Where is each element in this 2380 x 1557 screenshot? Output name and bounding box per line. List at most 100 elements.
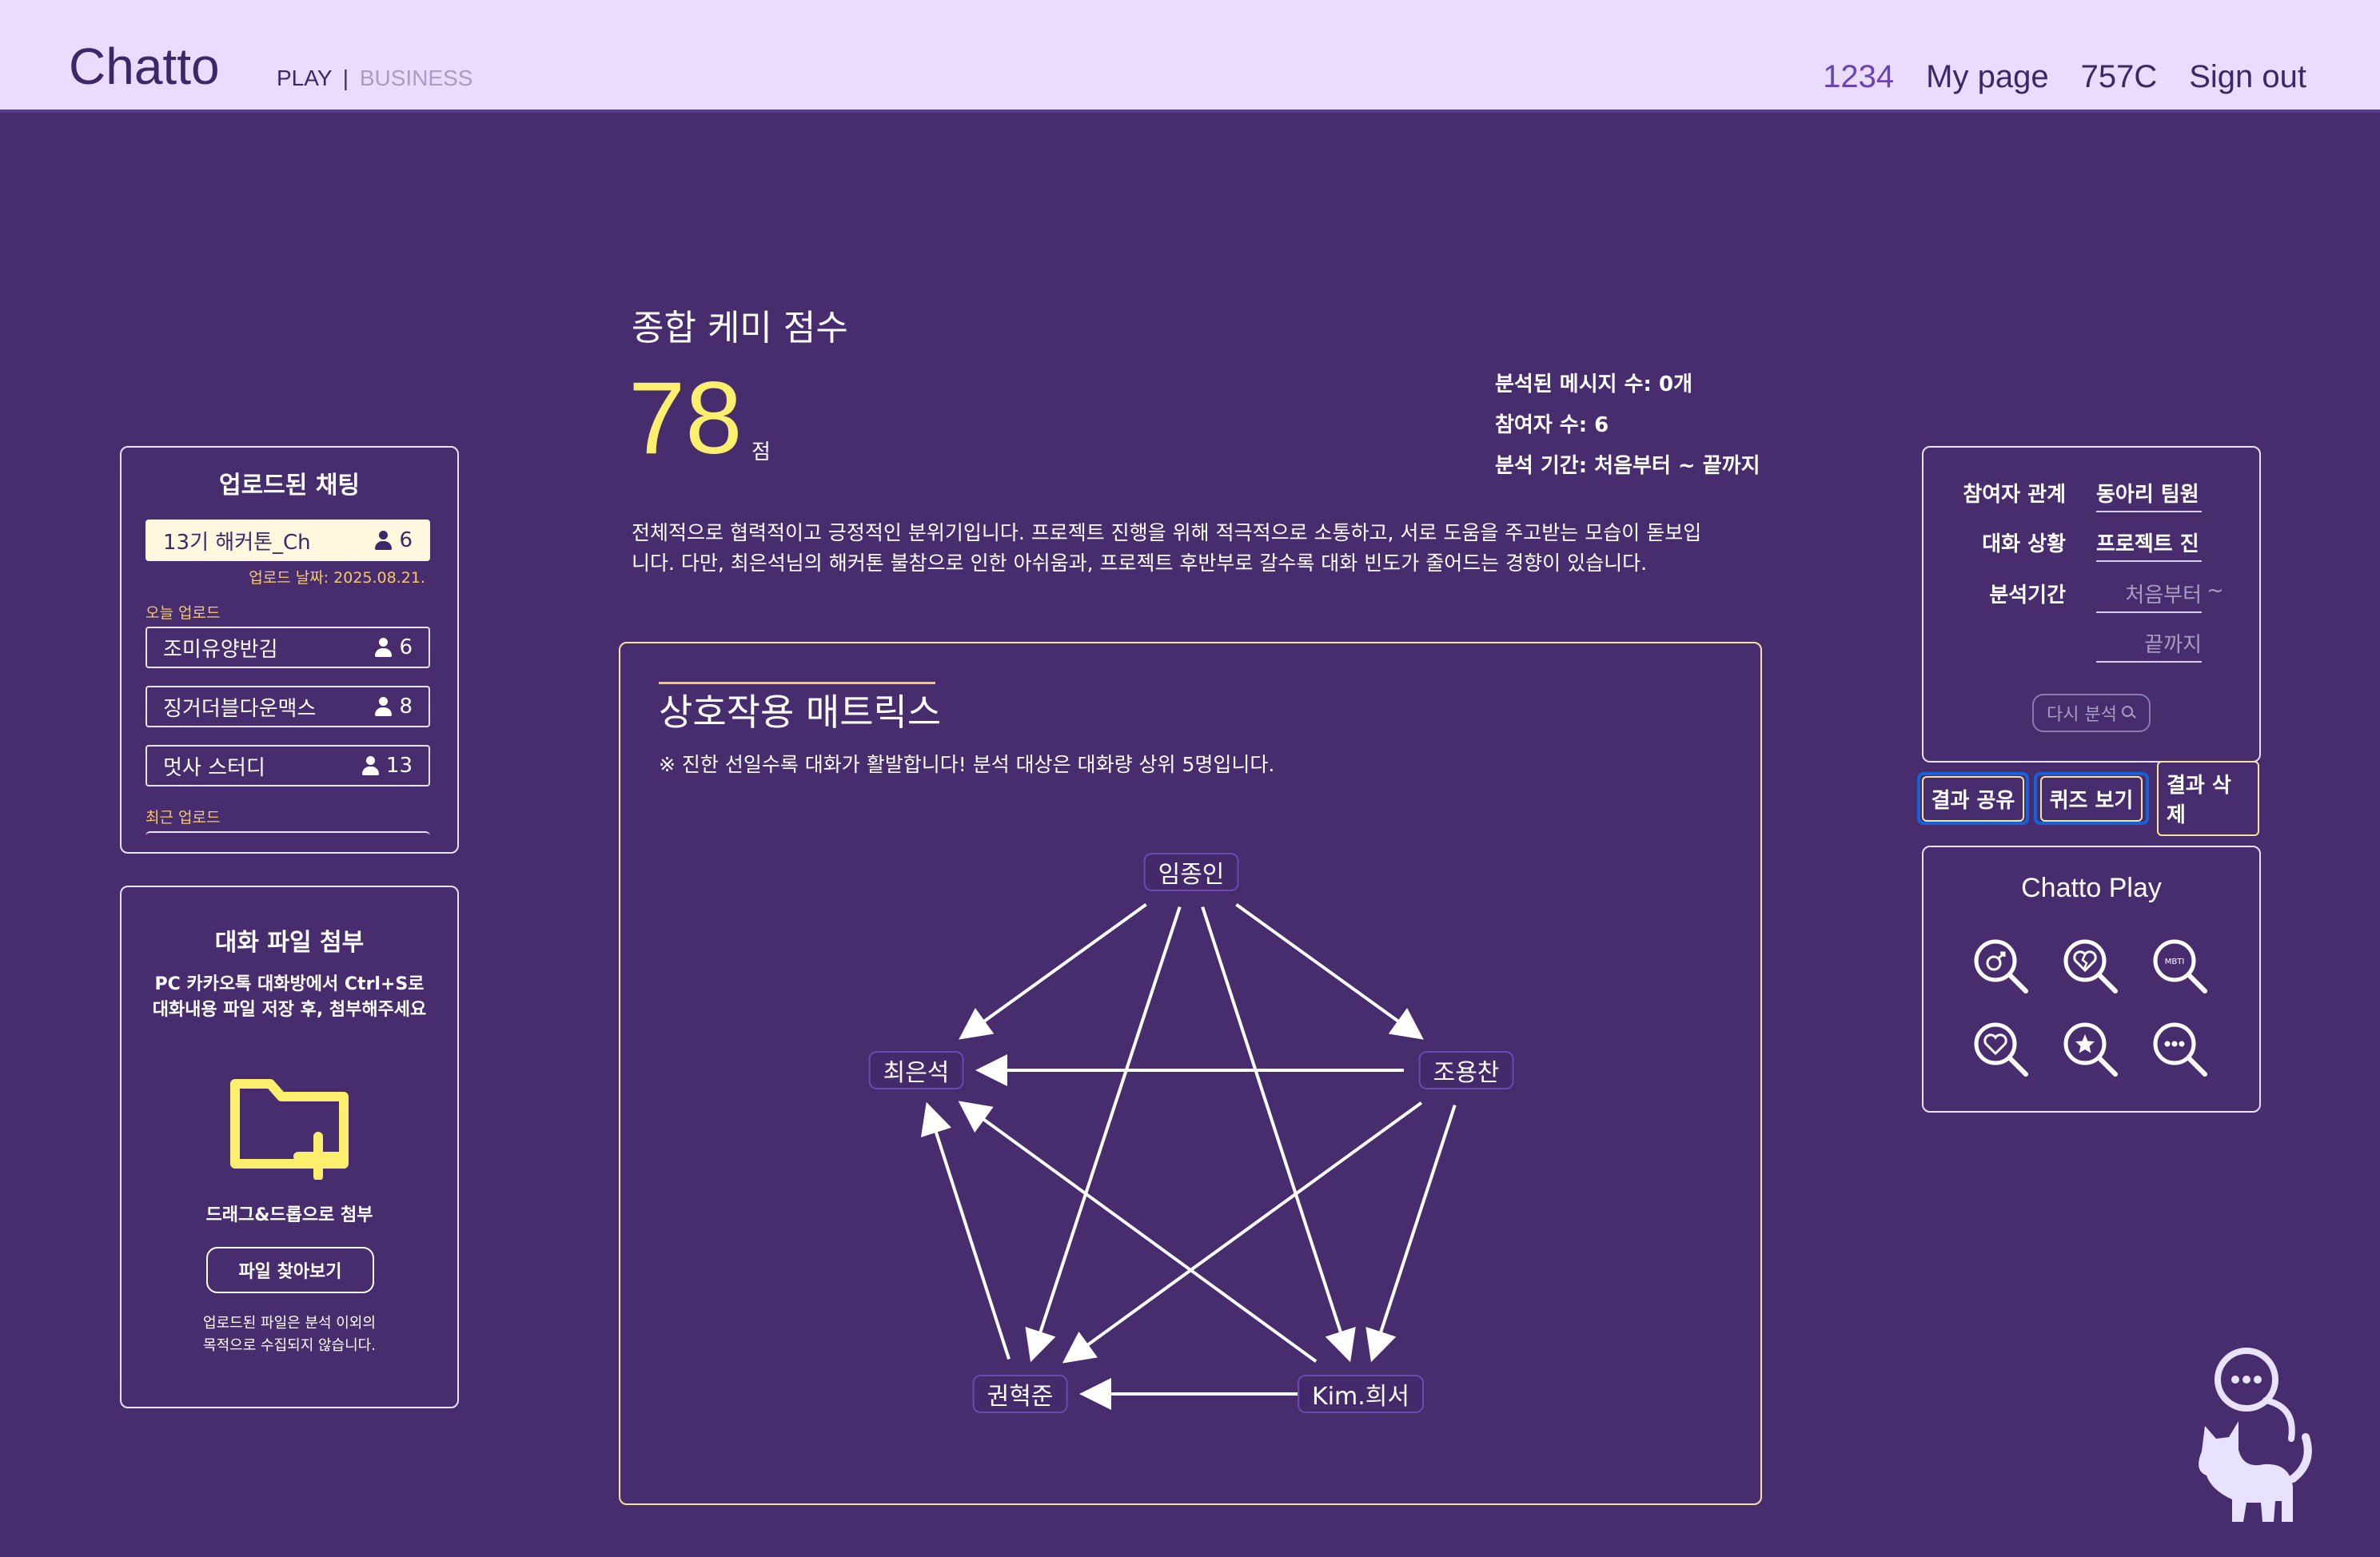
chat-count-value: 6 — [399, 528, 413, 552]
analysis-settings-panel: 참여자 관계 동아리 팀원 대화 상황 프로젝트 진 분석기간 처음부터 ~ 끝… — [1922, 446, 2261, 763]
search-star-icon[interactable] — [2059, 1018, 2120, 1079]
person-icon — [373, 697, 393, 716]
account-code: 757C — [2080, 59, 2158, 94]
search-heart-icon[interactable] — [1970, 1018, 2031, 1079]
interaction-matrix-panel: 상호작용 매트릭스 ※ 진한 선일수록 대화가 활발합니다! 분석 대상은 대화… — [619, 642, 1762, 1505]
stat-period: 분석 기간: 처음부터 ~ 끝까지 — [1495, 454, 1760, 478]
chat-name: 13기 해커톤_Ch — [163, 530, 311, 555]
situation-row: 대화 상황 프로젝트 진 — [1924, 521, 2262, 562]
matrix-node: Kim.희서 — [1298, 1375, 1424, 1413]
period-start-input[interactable]: 처음부터 — [2096, 579, 2202, 613]
chatbot-cat-icon[interactable] — [2186, 1343, 2322, 1535]
privacy-note-line: 업로드된 파일은 분석 이외의 — [203, 1315, 376, 1332]
matrix-node: 권혁준 — [972, 1375, 1068, 1413]
upload-date: 업로드 날짜: 2025.08.21. — [249, 569, 425, 587]
play-title: Chatto Play — [2021, 873, 2162, 903]
privacy-note: 업로드된 파일은 분석 이외의 목적으로 수집되지 않습니다. — [138, 1312, 441, 1357]
privacy-note-line: 목적으로 수집되지 않습니다. — [203, 1337, 376, 1354]
chat-count-value: 13 — [385, 754, 413, 778]
chatto-play-panel: Chatto Play MBTI — [1922, 846, 2261, 1113]
delete-result-button[interactable]: 결과 삭제 — [2154, 761, 2262, 836]
matrix-edge — [1235, 903, 1424, 1040]
period-end-input[interactable]: 끝까지 — [2096, 628, 2202, 663]
mode-business-link[interactable]: BUSINESS — [360, 66, 473, 90]
search-dots-icon[interactable] — [2149, 1018, 2210, 1079]
matrix-edge — [959, 903, 1147, 1040]
relation-label: 참여자 관계 — [1963, 483, 2066, 507]
situation-label: 대화 상황 — [1982, 532, 2066, 556]
logo[interactable]: Chatto — [69, 37, 220, 96]
matrix-edge — [1062, 1101, 1423, 1364]
matrix-node: 최은석 — [868, 1051, 964, 1089]
relation-input[interactable]: 동아리 팀원 — [2096, 478, 2202, 512]
top-bar: Chatto PLAY | BUSINESS 1234 My page 757C… — [0, 0, 2380, 113]
matrix-node: 임종인 — [1143, 853, 1239, 891]
matrix-edge — [920, 1101, 1011, 1360]
person-icon — [361, 756, 380, 775]
period-tilde: ~ — [2207, 579, 2224, 603]
attach-desc-line: 대화내용 파일 저장 후, 첨부해주세요 — [152, 1000, 427, 1020]
uploaded-chats-title: 업로드된 채팅 — [218, 472, 361, 500]
chat-list-cutoff[interactable] — [146, 831, 430, 836]
matrix-node: 조용찬 — [1418, 1051, 1514, 1089]
chat-item[interactable]: 조미유양반김 6 — [146, 627, 430, 668]
analysis-stats: 분석된 메시지 수: 0개 참여자 수: 6 분석 기간: 처음부터 ~ 끝까지 — [1495, 364, 1760, 487]
reanalyze-label: 다시 분석 — [2047, 705, 2117, 725]
user-code: 1234 — [1823, 59, 1895, 94]
score-unit: 점 — [751, 440, 771, 464]
matrix-edge — [1201, 906, 1356, 1363]
chat-item[interactable]: 멋사 스터디 13 — [146, 745, 430, 786]
chat-item-active[interactable]: 13기 해커톤_Ch 6 — [146, 520, 430, 561]
stat-messages: 분석된 메시지 수: 0개 — [1495, 372, 1693, 396]
score-summary: 전체적으로 협력적이고 긍정적인 분위기입니다. 프로젝트 진행을 위해 적극적… — [632, 518, 1767, 579]
chat-count-value: 8 — [399, 695, 413, 719]
chat-count: 6 — [373, 528, 413, 552]
delete-result-label: 결과 삭제 — [2157, 761, 2259, 836]
chat-count: 13 — [361, 754, 413, 778]
signout-link[interactable]: Sign out — [2189, 59, 2306, 95]
interaction-graph — [920, 903, 1457, 1410]
mode-switch: PLAY | BUSINESS — [277, 66, 472, 91]
folder-plus-icon[interactable] — [224, 1068, 352, 1180]
summary-line: 니다. 다만, 최은석님의 해커톤 불참으로 인한 아쉬움과, 프로젝트 후반부… — [632, 552, 1648, 575]
chat-name: 조미유양반김 — [163, 637, 278, 662]
stat-participants: 참여자 수: 6 — [1495, 413, 1609, 437]
quiz-button[interactable]: 퀴즈 보기 — [2034, 772, 2149, 825]
chat-item[interactable]: 징거더블다운맥스 8 — [146, 686, 430, 727]
today-upload-label: 오늘 업로드 — [146, 604, 221, 622]
situation-input[interactable]: 프로젝트 진 — [2096, 528, 2202, 562]
attach-description: PC 카카오톡 대화방에서 Ctrl+S로 대화내용 파일 저장 후, 첨부해주… — [138, 972, 441, 1023]
chat-name: 징거더블다운맥스 — [163, 696, 317, 721]
search-icon — [2121, 706, 2136, 720]
period-end-row: 끝까지 — [1924, 622, 2262, 663]
file-attach-panel[interactable]: 대화 파일 첨부 PC 카카오톡 대화방에서 Ctrl+S로 대화내용 파일 저… — [120, 886, 459, 1408]
search-broken-heart-icon[interactable] — [2059, 935, 2120, 996]
share-result-label: 결과 공유 — [1921, 775, 2025, 822]
search-gender-icon[interactable] — [1970, 935, 2031, 996]
share-result-button[interactable]: 결과 공유 — [1917, 772, 2029, 825]
chat-count: 8 — [373, 695, 413, 719]
top-nav: 1234 My page 757C Sign out — [1823, 59, 2306, 95]
quiz-label: 퀴즈 보기 — [2039, 775, 2143, 822]
mypage-link[interactable]: My page — [1926, 59, 2048, 95]
chat-name: 멋사 스터디 — [163, 755, 265, 780]
person-icon — [373, 531, 393, 550]
period-label: 분석기간 — [1989, 583, 2066, 607]
matrix-edge — [958, 1101, 1318, 1363]
attach-title: 대화 파일 첨부 — [214, 929, 365, 957]
period-row: 분석기간 처음부터 ~ — [1924, 572, 2262, 613]
uploaded-chats-panel: 업로드된 채팅 13기 해커톤_Ch 6 업로드 날짜: 2025.08.21.… — [120, 446, 459, 854]
search-mbti-icon[interactable]: MBTI — [2149, 935, 2210, 996]
score-value: 78 — [628, 361, 743, 476]
mode-play-link[interactable]: PLAY — [277, 66, 332, 90]
mbti-text: MBTI — [2165, 958, 2185, 966]
matrix-edge — [1365, 1104, 1457, 1363]
mode-separator: | — [342, 66, 349, 90]
person-icon — [373, 638, 393, 657]
score-title: 종합 케미 점수 — [632, 308, 848, 348]
attach-desc-line: PC 카카오톡 대화방에서 Ctrl+S로 — [154, 974, 425, 994]
chat-count: 6 — [373, 635, 413, 659]
recent-upload-label: 최근 업로드 — [146, 809, 221, 826]
reanalyze-button[interactable]: 다시 분석 — [2032, 694, 2151, 732]
find-file-button[interactable]: 파일 찾아보기 — [206, 1247, 374, 1293]
